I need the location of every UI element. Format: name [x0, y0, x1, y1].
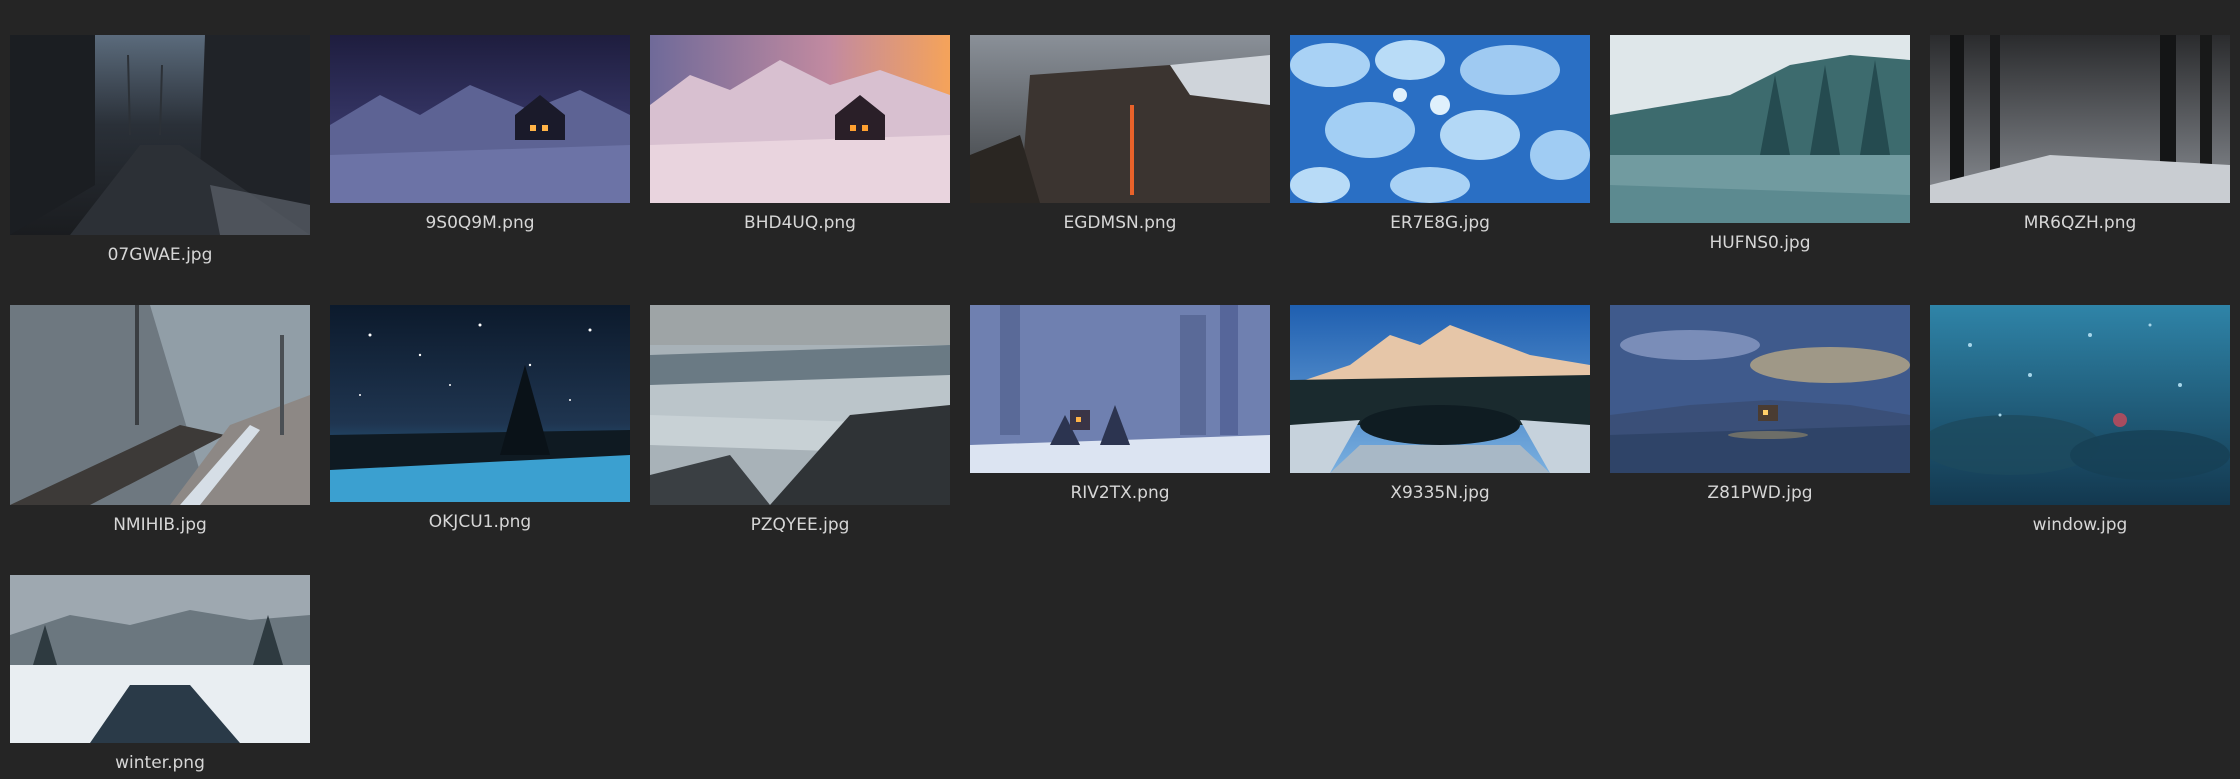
- file-name: EGDMSN.png: [1063, 213, 1177, 233]
- image-thumbnail[interactable]: [1930, 35, 2230, 203]
- file-name: 07GWAE.jpg: [107, 245, 213, 265]
- file-name: window.jpg: [2032, 515, 2128, 535]
- file-item[interactable]: RIV2TX.png: [970, 305, 1270, 510]
- file-name: X9335N.jpg: [1390, 483, 1490, 503]
- image-thumbnail[interactable]: [1290, 305, 1590, 473]
- file-item[interactable]: ER7E8G.jpg: [1290, 35, 1590, 240]
- file-name: MR6QZH.png: [2023, 213, 2137, 233]
- file-name: PZQYEE.jpg: [750, 515, 850, 535]
- file-name: 9S0Q9M.png: [425, 213, 535, 233]
- file-name: HUFNS0.jpg: [1709, 233, 1811, 253]
- file-item[interactable]: NMIHIB.jpg: [10, 305, 310, 540]
- file-item[interactable]: MR6QZH.png: [1930, 35, 2230, 240]
- file-item[interactable]: HUFNS0.jpg: [1610, 35, 1910, 260]
- file-grid: 07GWAE.jpg 9S0Q9M.png BHD4UQ.png EGDMSN.…: [0, 0, 2240, 779]
- file-item[interactable]: EGDMSN.png: [970, 35, 1270, 240]
- image-thumbnail[interactable]: [1610, 305, 1910, 473]
- file-item[interactable]: X9335N.jpg: [1290, 305, 1590, 510]
- file-name: BHD4UQ.png: [744, 213, 856, 233]
- image-thumbnail[interactable]: [650, 305, 950, 505]
- file-name: OKJCU1.png: [428, 512, 532, 532]
- image-thumbnail[interactable]: [1610, 35, 1910, 223]
- file-item[interactable]: winter.png: [10, 575, 310, 779]
- image-thumbnail[interactable]: [970, 305, 1270, 473]
- file-item[interactable]: 07GWAE.jpg: [10, 35, 310, 270]
- file-item[interactable]: OKJCU1.png: [330, 305, 630, 537]
- image-thumbnail[interactable]: [970, 35, 1270, 203]
- image-thumbnail[interactable]: [10, 305, 310, 505]
- file-name: RIV2TX.png: [1070, 483, 1170, 503]
- file-name: NMIHIB.jpg: [113, 515, 207, 535]
- file-item[interactable]: window.jpg: [1930, 305, 2230, 540]
- image-thumbnail[interactable]: [10, 35, 310, 235]
- image-thumbnail[interactable]: [1290, 35, 1590, 203]
- file-item[interactable]: 9S0Q9M.png: [330, 35, 630, 240]
- file-item[interactable]: PZQYEE.jpg: [650, 305, 950, 540]
- image-thumbnail[interactable]: [330, 35, 630, 203]
- file-name: Z81PWD.jpg: [1707, 483, 1813, 503]
- file-item[interactable]: BHD4UQ.png: [650, 35, 950, 240]
- image-thumbnail[interactable]: [330, 305, 630, 502]
- image-thumbnail[interactable]: [650, 35, 950, 203]
- file-item[interactable]: Z81PWD.jpg: [1610, 305, 1910, 510]
- image-thumbnail[interactable]: [1930, 305, 2230, 505]
- image-thumbnail[interactable]: [10, 575, 310, 743]
- file-name: winter.png: [115, 753, 205, 773]
- file-name: ER7E8G.jpg: [1390, 213, 1490, 233]
